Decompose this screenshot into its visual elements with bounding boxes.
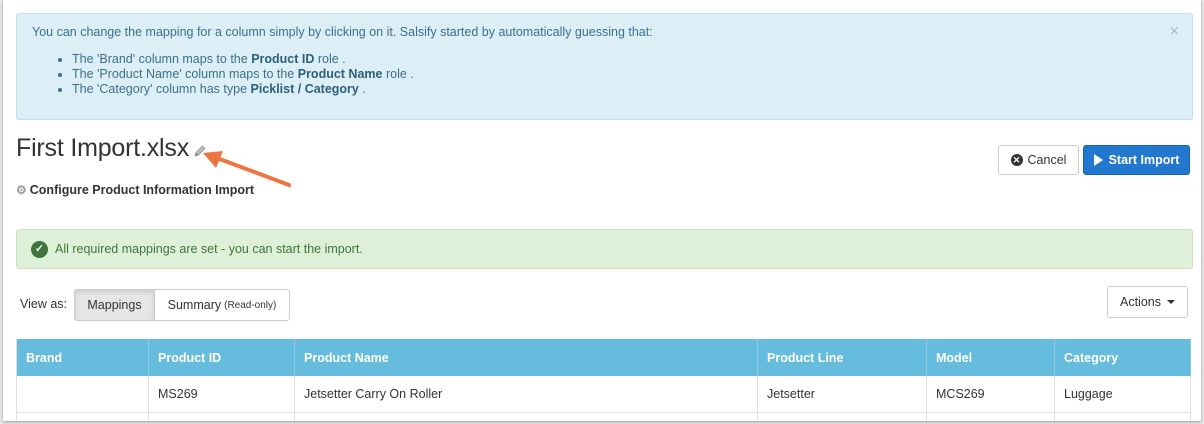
table-row: MS269 Jetsetter Carry On Roller Jetsette… bbox=[16, 376, 1191, 413]
view-summary-label: Summary bbox=[167, 298, 222, 312]
view-mappings-button[interactable]: Mappings bbox=[74, 289, 155, 321]
table-cell bbox=[149, 413, 295, 421]
table-cell bbox=[16, 376, 149, 413]
info-text: . bbox=[358, 82, 366, 96]
column-header-model[interactable]: Model bbox=[927, 339, 1055, 376]
info-text: ' column maps to the bbox=[132, 52, 252, 66]
table-cell bbox=[758, 413, 927, 421]
view-as-label: View as: bbox=[20, 297, 68, 311]
caret-down-icon bbox=[1167, 300, 1175, 304]
info-text: role . bbox=[314, 52, 346, 66]
table-row-partial bbox=[16, 413, 1191, 421]
success-message: All required mappings are set - you can … bbox=[55, 242, 363, 256]
table-cell bbox=[1055, 413, 1191, 421]
info-text: ' column has type bbox=[150, 82, 251, 96]
check-circle-icon: ✓ bbox=[31, 240, 48, 258]
mapping-table: Brand Product ID Product Name Product Li… bbox=[16, 339, 1191, 421]
play-icon bbox=[1093, 154, 1103, 166]
info-type: Picklist / Category bbox=[250, 82, 359, 96]
view-summary-button[interactable]: Summary (Read-only) bbox=[154, 289, 290, 321]
cancel-button[interactable]: ✕ Cancel bbox=[998, 145, 1079, 175]
view-summary-note: (Read-only) bbox=[224, 299, 277, 311]
info-item: The 'Category' column has type Picklist … bbox=[72, 82, 414, 97]
info-column-name: Brand bbox=[99, 52, 133, 66]
info-role: Product Name bbox=[297, 67, 383, 81]
table-cell: MS269 bbox=[149, 376, 295, 413]
cancel-circle-icon: ✕ bbox=[1010, 154, 1023, 166]
info-column-name: Product Name bbox=[99, 67, 180, 81]
table-cell: MCS269 bbox=[927, 376, 1055, 413]
info-role: Product ID bbox=[251, 52, 315, 66]
table-cell: Luggage bbox=[1055, 376, 1191, 413]
info-text: The ' bbox=[72, 52, 100, 66]
info-list: The 'Brand' column maps to the Product I… bbox=[72, 52, 414, 97]
table-cell bbox=[927, 413, 1055, 421]
column-header-product-id[interactable]: Product ID bbox=[149, 339, 295, 376]
info-intro: You can change the mapping for a column … bbox=[32, 25, 653, 39]
table-cell bbox=[295, 413, 758, 421]
import-page: You can change the mapping for a column … bbox=[3, 0, 1201, 421]
column-header-product-line[interactable]: Product Line bbox=[758, 339, 927, 376]
column-header-category[interactable]: Category bbox=[1055, 339, 1191, 376]
start-import-button[interactable]: Start Import bbox=[1083, 145, 1190, 175]
cancel-label: Cancel bbox=[1027, 153, 1067, 167]
mapping-info-alert: You can change the mapping for a column … bbox=[16, 13, 1193, 120]
info-item: The 'Brand' column maps to the Product I… bbox=[72, 52, 414, 67]
view-mappings-label: Mappings bbox=[87, 298, 142, 312]
table-cell: Jetsetter Carry On Roller bbox=[295, 376, 758, 413]
column-header-brand[interactable]: Brand bbox=[16, 339, 149, 376]
import-subtitle: ⚙ Configure Product Information Import bbox=[16, 183, 254, 197]
info-text: role . bbox=[382, 67, 414, 81]
start-import-label: Start Import bbox=[1108, 153, 1180, 167]
table-cell bbox=[16, 413, 149, 421]
column-header-product-name[interactable]: Product Name bbox=[295, 339, 758, 376]
info-item: The 'Product Name' column maps to the Pr… bbox=[72, 67, 414, 82]
table-cell: Jetsetter bbox=[758, 376, 927, 413]
info-column-name: Category bbox=[99, 82, 151, 96]
page-title: First Import.xlsx bbox=[16, 134, 189, 162]
info-text: ' column maps to the bbox=[179, 67, 298, 81]
title-row: First Import.xlsx bbox=[16, 134, 207, 163]
success-alert: ✓ All required mappings are set - you ca… bbox=[16, 229, 1193, 269]
table-header-row: Brand Product ID Product Name Product Li… bbox=[16, 339, 1191, 376]
close-icon[interactable]: × bbox=[1170, 23, 1179, 41]
subtitle-label: Configure Product Information Import bbox=[29, 183, 255, 197]
actions-dropdown[interactable]: Actions bbox=[1107, 286, 1188, 318]
info-text: The ' bbox=[72, 82, 100, 96]
actions-label: Actions bbox=[1120, 295, 1161, 309]
info-text: The ' bbox=[72, 67, 100, 81]
gear-icon: ⚙ bbox=[16, 183, 27, 197]
